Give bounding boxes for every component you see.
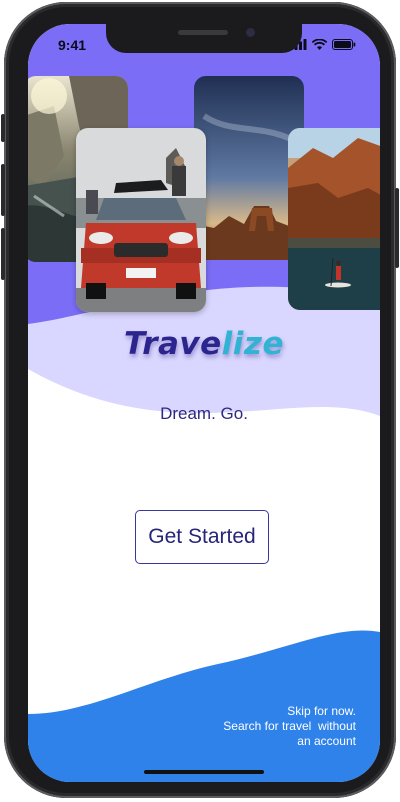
volume-down-button [1, 228, 5, 280]
battery-icon [332, 39, 356, 50]
volume-up-button [1, 164, 5, 216]
photo-red-car [76, 128, 206, 312]
photo-paddleboard [288, 128, 380, 310]
speaker-grille [178, 30, 228, 35]
status-time: 9:41 [58, 37, 87, 53]
tagline: Dream. Go. [160, 404, 248, 423]
skip-line-1: Skip for now. [287, 704, 356, 718]
get-started-button[interactable]: Get Started [135, 510, 269, 564]
power-button [395, 188, 399, 268]
brand-logo: Travelize [28, 326, 380, 362]
brand-logo-part2: lize [221, 326, 284, 362]
device-notch [106, 24, 302, 53]
app-screen: 9:41 Travelize Dream. Go. Get Started Sk… [28, 24, 380, 782]
phone-frame: 9:41 Travelize Dream. Go. Get Started Sk… [1, 2, 399, 798]
skip-line-3: an account [297, 734, 356, 748]
skip-line-2: Search for travel without [223, 719, 356, 733]
mute-switch [1, 114, 5, 142]
home-indicator[interactable] [144, 770, 264, 774]
brand-logo-part1: Trave [123, 326, 222, 362]
wifi-icon [312, 39, 327, 50]
front-camera [246, 28, 255, 37]
skip-link[interactable]: Skip for now. Search for travel without … [156, 704, 356, 749]
